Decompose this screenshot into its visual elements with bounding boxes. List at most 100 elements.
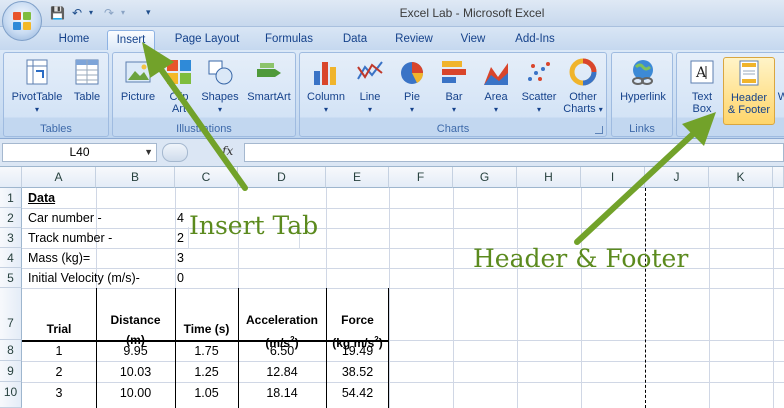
row-header-1[interactable]: 1 (0, 188, 22, 208)
row-header-7[interactable]: 7 (0, 288, 22, 340)
other-charts-icon (568, 57, 598, 87)
table-cell: 38.52 (341, 365, 374, 379)
column-header-c[interactable]: C (175, 167, 238, 188)
gridline (22, 382, 784, 383)
param-value: 4 (177, 211, 184, 225)
group-tables: PivotTable ▾ Table Tables (3, 52, 109, 137)
picture-button[interactable]: Picture (117, 57, 159, 103)
scatter-chart-button[interactable]: Scatter ▾ (518, 57, 560, 116)
group-label-links: Links (629, 123, 655, 135)
gridline (453, 188, 454, 408)
table-cell: 9.95 (123, 344, 148, 358)
worksheet-grid[interactable]: A B C D E F G H I J K 1 2 3 4 5 7 8 9 10… (0, 167, 784, 408)
charts-dialog-launcher-icon[interactable] (595, 126, 603, 134)
annotation-insert-tab: Insert Tab (189, 211, 319, 240)
ribbon: PivotTable ▾ Table Tables Picture Clip Art (0, 50, 784, 139)
row-header-4[interactable]: 4 (0, 248, 22, 268)
row-header-3[interactable]: 3 (0, 228, 22, 248)
tab-review[interactable]: Review (388, 30, 440, 50)
data-title: Data (28, 191, 56, 205)
column-header-l[interactable] (773, 167, 784, 188)
smartart-icon (254, 57, 284, 87)
column-header-a[interactable]: A (22, 167, 96, 188)
insert-function-icon[interactable]: fx (222, 144, 233, 158)
tab-data[interactable]: Data (333, 30, 377, 50)
name-box[interactable]: L40 ▼ (2, 143, 157, 162)
shapes-icon (205, 57, 235, 87)
text-box-icon: A (687, 57, 717, 87)
gridline (709, 188, 710, 408)
select-all-corner[interactable] (0, 167, 22, 188)
header-footer-icon (734, 58, 764, 88)
tab-page-layout[interactable]: Page Layout (168, 30, 246, 50)
param-label: Initial Velocity (m/s)- (28, 271, 140, 285)
column-header-b[interactable]: B (96, 167, 175, 188)
table-cell: 6.50 (269, 344, 295, 358)
column-header-h[interactable]: H (517, 167, 581, 188)
hyperlink-button[interactable]: Hyperlink (616, 57, 670, 103)
column-chart-button[interactable]: Column ▾ (304, 57, 348, 116)
header-time: Time (s) (183, 322, 230, 336)
office-button[interactable] (2, 1, 42, 41)
param-value: 3 (177, 251, 184, 265)
bar-chart-icon (439, 57, 469, 87)
line-chart-icon (355, 57, 385, 87)
gridline (581, 188, 582, 408)
formula-input[interactable] (244, 143, 784, 162)
group-label-tables: Tables (40, 123, 72, 135)
text-box-button[interactable]: A Text Box (681, 57, 723, 115)
header-trial: Trial (46, 322, 72, 336)
name-box-dropdown-icon[interactable]: ▼ (144, 144, 153, 161)
area-chart-icon (481, 57, 511, 87)
page-break-line (645, 188, 646, 408)
table-cell: 10.00 (119, 386, 152, 400)
pivottable-icon (22, 57, 52, 87)
gridline (22, 361, 784, 362)
bar-chart-button[interactable]: Bar ▾ (434, 57, 474, 116)
pivottable-button[interactable]: PivotTable ▾ (7, 57, 67, 116)
table-button[interactable]: Table (68, 57, 106, 103)
line-chart-button[interactable]: Line ▾ (350, 57, 390, 116)
svg-text:A: A (695, 65, 707, 81)
column-header-e[interactable]: E (326, 167, 389, 188)
annotation-header-footer: Header & Footer (473, 244, 689, 273)
row-header-5[interactable]: 5 (0, 268, 22, 288)
group-text: A Text Box Header & Footer W (676, 52, 784, 137)
tab-insert[interactable]: Insert (107, 30, 155, 50)
column-header-d[interactable]: D (238, 167, 326, 188)
header-footer-button[interactable]: Header & Footer (723, 57, 775, 125)
smartart-button[interactable]: SmartArt (244, 57, 294, 103)
column-header-j[interactable]: J (645, 167, 709, 188)
row-header-9[interactable]: 9 (0, 361, 22, 382)
ribbon-tabs: Home Insert Page Layout Formulas Data Re… (0, 27, 784, 50)
shapes-button[interactable]: Shapes ▾ (200, 57, 240, 116)
row-header-8[interactable]: 8 (0, 340, 22, 361)
table-cell: 18.14 (266, 386, 298, 400)
group-label-illustrations: Illustrations (176, 123, 232, 135)
formula-bar-handle-icon[interactable] (162, 143, 188, 162)
table-cell: 1 (55, 344, 63, 358)
clip-art-button[interactable]: Clip Art (163, 57, 195, 115)
group-charts: Column ▾ Line ▾ Pie ▾ Bar ▾ Area ▾ Scatt… (299, 52, 607, 137)
area-chart-button[interactable]: Area ▾ (476, 57, 516, 116)
table-cell: 2 (55, 365, 63, 379)
row-header-10[interactable]: 10 (0, 382, 22, 408)
column-header-f[interactable]: F (389, 167, 453, 188)
tab-formulas[interactable]: Formulas (258, 30, 320, 50)
column-chart-icon (311, 57, 341, 87)
table-cell: 10.03 (119, 365, 152, 379)
tab-home[interactable]: Home (50, 30, 98, 50)
param-value: 0 (177, 271, 184, 285)
column-header-g[interactable]: G (453, 167, 517, 188)
column-header-i[interactable]: I (581, 167, 645, 188)
tab-add-ins[interactable]: Add-Ins (506, 30, 564, 50)
gridline (773, 188, 774, 408)
tab-view[interactable]: View (452, 30, 494, 50)
other-charts-button[interactable]: Other Charts ▾ (562, 57, 604, 116)
row-header-2[interactable]: 2 (0, 208, 22, 228)
column-header-k[interactable]: K (709, 167, 773, 188)
pie-chart-button[interactable]: Pie ▾ (392, 57, 432, 116)
table-cell: 1.25 (194, 365, 219, 379)
gridline (517, 188, 518, 408)
wordart-button[interactable]: W (777, 57, 784, 103)
